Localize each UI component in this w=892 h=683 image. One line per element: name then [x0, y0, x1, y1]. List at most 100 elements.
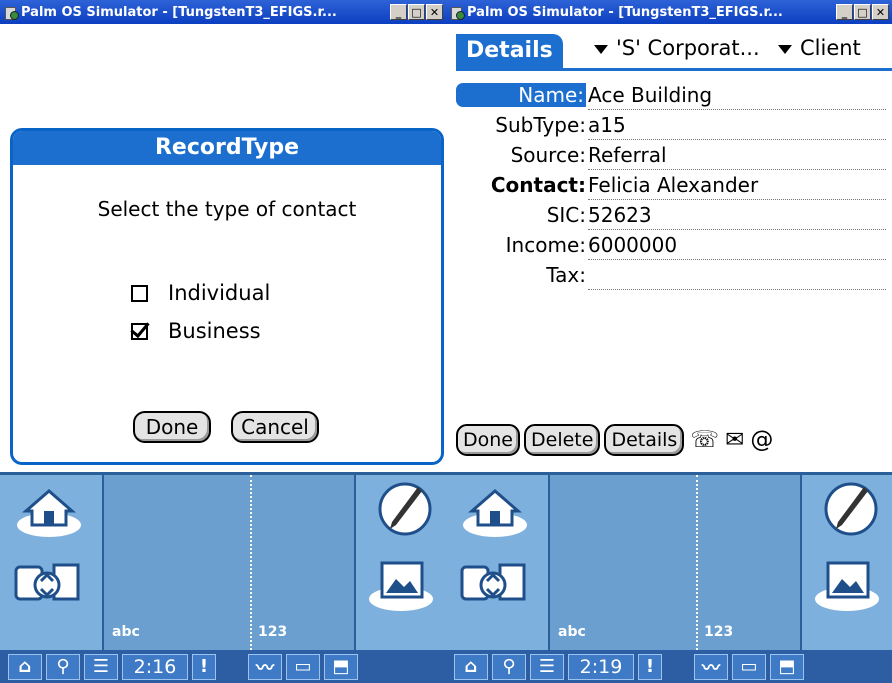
alert-icon[interactable]: ! — [638, 653, 662, 680]
field-row-name[interactable]: Name: Ace Building — [456, 82, 892, 112]
silkscreen-area: abc 123 — [0, 472, 446, 650]
window-title: Palm OS Simulator - [TungstenT3_EFIGS.r.… — [21, 4, 337, 20]
chevron-down-icon — [594, 44, 608, 54]
home-icon[interactable] — [14, 481, 84, 539]
window-titlebar[interactable]: Palm OS Simulator - [TungstenT3_EFIGS.r.… — [446, 0, 892, 24]
silkscreen-area: abc 123 — [446, 472, 892, 650]
graffiti-abc-label: abc — [558, 624, 586, 640]
menu-icon[interactable]: ☰ — [530, 653, 564, 680]
cancel-button[interactable]: Cancel — [231, 411, 319, 443]
status-bar: ⌂ ⚲ ☰ 2:19 ! 〰 ▭ ⬒ — [446, 650, 892, 683]
field-row-income[interactable]: Income: 6000000 — [456, 232, 892, 262]
at-icon[interactable]: @ — [750, 427, 773, 453]
record-type-dialog: RecordType Select the type of contact In… — [10, 128, 444, 465]
simulator-window-1: Palm OS Simulator - [TungstenT3_EFIGS.r.… — [0, 0, 446, 683]
silk-divider — [250, 475, 252, 650]
option-individual[interactable]: Individual — [131, 281, 270, 305]
brightness-display-icon[interactable] — [366, 555, 436, 613]
checkbox-individual[interactable] — [131, 284, 148, 302]
graffiti-icon[interactable]: 〰 — [694, 653, 728, 680]
type-trigger-label: Client — [800, 36, 861, 60]
status-bar: ⌂ ⚲ ☰ 2:16 ! 〰 ▭ ⬒ — [0, 650, 446, 683]
home-icon[interactable] — [460, 481, 530, 539]
option-business[interactable]: Business — [131, 319, 261, 343]
details-button-row: Done Delete Details ☏ ✉ @ — [456, 424, 773, 456]
field-value-sic[interactable]: 52623 — [588, 203, 886, 230]
category-trigger[interactable]: 'S' Corporat... — [594, 36, 760, 60]
brightness-display-icon[interactable] — [812, 555, 882, 613]
done-button[interactable]: Done — [456, 424, 520, 456]
window-title: Palm OS Simulator - [TungstenT3_EFIGS.r.… — [467, 4, 783, 20]
maximize-icon[interactable]: □ — [854, 4, 871, 20]
field-value-income[interactable]: 6000000 — [588, 233, 886, 260]
input-area-icon[interactable]: ▭ — [286, 653, 320, 680]
silk-right-panel — [354, 475, 446, 650]
graffiti-123-label: 123 — [258, 624, 288, 640]
rotate-icon[interactable]: ⬒ — [324, 653, 358, 680]
field-row-sic[interactable]: SIC: 52623 — [456, 202, 892, 232]
field-row-source[interactable]: Source: Referral — [456, 142, 892, 172]
alert-icon[interactable]: ! — [192, 653, 216, 680]
tab-underline — [456, 68, 892, 71]
field-label-income: Income: — [505, 233, 586, 257]
details-button[interactable]: Details — [604, 424, 685, 456]
silk-left-panel — [0, 475, 104, 650]
minimize-icon[interactable]: _ — [836, 4, 853, 20]
clock[interactable]: 2:16 — [122, 653, 188, 680]
silk-right-panel — [800, 475, 892, 650]
sync-icon[interactable] — [12, 555, 82, 613]
field-value-subtype[interactable]: a15 — [588, 113, 886, 140]
phone-icon[interactable]: ☏ — [690, 427, 719, 453]
checkbox-business[interactable] — [131, 322, 148, 340]
graffiti-icon[interactable]: 〰 — [248, 653, 282, 680]
delete-button[interactable]: Delete — [524, 424, 601, 456]
find-icon[interactable]: ⚲ — [492, 653, 526, 680]
menu-icon[interactable]: ☰ — [84, 653, 118, 680]
graffiti-abc-label: abc — [112, 624, 140, 640]
sync-icon[interactable] — [458, 555, 528, 613]
field-row-tax[interactable]: Tax: — [456, 262, 892, 292]
chevron-down-icon — [778, 44, 792, 54]
find-icon[interactable]: ⚲ — [46, 653, 80, 680]
silk-divider — [696, 475, 698, 650]
input-area-icon[interactable]: ▭ — [732, 653, 766, 680]
field-row-contact[interactable]: Contact: Felicia Alexander — [456, 172, 892, 202]
home-status-icon[interactable]: ⌂ — [454, 653, 488, 680]
close-icon[interactable]: ✕ — [426, 4, 443, 20]
field-label-tax: Tax: — [546, 263, 586, 287]
palm-screen: Details 'S' Corporat... Client Name: Ace… — [456, 24, 892, 473]
done-button[interactable]: Done — [133, 411, 211, 443]
field-value-contact[interactable]: Felicia Alexander — [588, 173, 886, 200]
pen-icon[interactable] — [816, 479, 886, 537]
window-titlebar[interactable]: Palm OS Simulator - [TungstenT3_EFIGS.r.… — [0, 0, 446, 24]
option-business-label: Business — [168, 319, 261, 343]
rotate-icon[interactable]: ⬒ — [770, 653, 804, 680]
maximize-icon[interactable]: □ — [408, 4, 425, 20]
field-row-subtype[interactable]: SubType: a15 — [456, 112, 892, 142]
silk-left-panel — [446, 475, 550, 650]
palm-screen: RecordType Select the type of contact In… — [10, 24, 446, 473]
pen-icon[interactable] — [370, 479, 440, 537]
field-value-name[interactable]: Ace Building — [588, 83, 886, 110]
close-icon[interactable]: ✕ — [872, 4, 889, 20]
clock[interactable]: 2:19 — [568, 653, 634, 680]
option-individual-label: Individual — [168, 281, 271, 305]
type-trigger[interactable]: Client — [778, 36, 861, 60]
home-status-icon[interactable]: ⌂ — [8, 653, 42, 680]
field-value-source[interactable]: Referral — [588, 143, 886, 170]
field-label-name[interactable]: Name: — [456, 83, 586, 107]
simulator-window-2: Palm OS Simulator - [TungstenT3_EFIGS.r.… — [446, 0, 892, 683]
graffiti-123-label: 123 — [704, 624, 734, 640]
minimize-icon[interactable]: _ — [390, 4, 407, 20]
details-tab: Details — [456, 34, 563, 68]
mail-icon[interactable]: ✉ — [725, 427, 744, 453]
field-label-sic: SIC: — [546, 203, 586, 227]
category-trigger-label: 'S' Corporat... — [616, 36, 760, 60]
field-label-subtype: SubType: — [495, 113, 586, 137]
dialog-prompt: Select the type of contact — [97, 197, 357, 221]
palm-app-icon — [4, 5, 19, 20]
field-value-tax[interactable] — [588, 263, 886, 290]
palm-app-icon — [450, 5, 465, 20]
dialog-title: RecordType — [13, 131, 441, 165]
field-label-contact[interactable]: Contact: — [491, 173, 586, 197]
